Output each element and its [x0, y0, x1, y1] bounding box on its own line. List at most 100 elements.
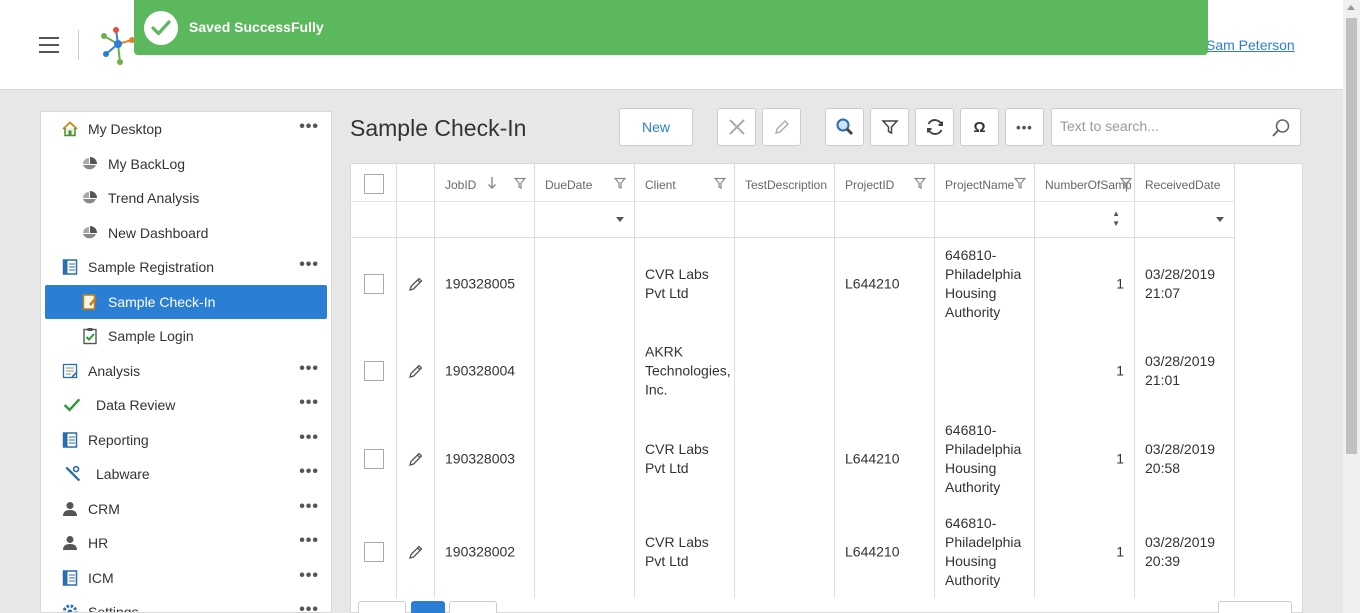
scroll-up-arrow[interactable] [1347, 5, 1355, 10]
select-all-checkbox[interactable] [364, 174, 384, 194]
column-header[interactable]: ReceivedDate [1135, 164, 1235, 202]
page-size-select[interactable] [1218, 601, 1292, 613]
new-button[interactable]: New [619, 108, 693, 146]
filter-icon[interactable] [713, 177, 727, 192]
cell-text: 03/28/2019 21:07 [1145, 266, 1216, 301]
more-options-icon[interactable]: ••• [299, 360, 319, 378]
more-options-icon[interactable]: ••• [299, 463, 319, 481]
column-header[interactable]: DueDate [535, 164, 635, 202]
filter-row-cell[interactable] [435, 202, 535, 238]
filter-row-cell[interactable] [635, 202, 735, 238]
column-header-label: ProjectName [945, 178, 1015, 192]
sidebar-item-label: My Desktop [88, 121, 162, 137]
filter-row-cell[interactable] [535, 202, 635, 238]
filter-icon[interactable] [913, 177, 927, 192]
row-select-cell [351, 238, 397, 330]
pencil-icon[interactable] [408, 276, 424, 297]
success-toast: Saved SuccessFully [134, 0, 1208, 55]
grid-cell-testdesc [735, 330, 835, 412]
cell-text: CVR Labs Pvt Ltd [645, 534, 709, 569]
column-header[interactable]: JobID [435, 164, 535, 202]
row-checkbox[interactable] [364, 542, 384, 562]
pencil-icon[interactable] [408, 451, 424, 472]
sidebar-item-labware[interactable]: Labware ••• [41, 457, 331, 491]
filter-icon[interactable] [1119, 177, 1133, 192]
row-checkbox[interactable] [364, 361, 384, 381]
grid-cell-projectid: L644210 [835, 506, 935, 598]
cell-text: 190328003 [445, 450, 516, 467]
search-icon[interactable] [1270, 117, 1292, 142]
more-options-icon[interactable]: ••• [299, 394, 319, 412]
more-options-icon[interactable]: ••• [299, 567, 319, 585]
grid-cell-duedate [535, 330, 635, 412]
filter-button[interactable] [870, 108, 909, 146]
row-edit-cell [397, 412, 435, 506]
user-link[interactable]: Sam Peterson [1206, 37, 1295, 53]
sidebar-item-analysis[interactable]: Analysis ••• [41, 354, 331, 388]
person-icon [61, 500, 79, 518]
search-input[interactable] [1060, 118, 1260, 134]
more-options-icon[interactable]: ••• [299, 601, 319, 612]
filter-row-cell[interactable] [1135, 202, 1235, 238]
filter-icon[interactable] [1013, 177, 1027, 192]
refresh-button[interactable] [915, 108, 954, 146]
sidebar-item-my-desktop[interactable]: My Desktop ••• [41, 112, 331, 146]
pager-prev-button[interactable] [358, 601, 406, 613]
filter-row-cell[interactable]: ▲ ▼ [1035, 202, 1135, 238]
filter-icon[interactable] [613, 177, 627, 192]
app-logo[interactable] [98, 24, 138, 71]
more-options-icon[interactable]: ••• [299, 118, 319, 136]
grid-cell-testdesc [735, 412, 835, 506]
pager-page-1[interactable] [411, 601, 445, 613]
pager-next-button[interactable] [449, 601, 497, 613]
column-header[interactable]: ProjectID [835, 164, 935, 202]
search-button[interactable] [825, 108, 864, 146]
more-options-icon[interactable]: ••• [299, 498, 319, 516]
sidebar-item-reporting[interactable]: Reporting ••• [41, 423, 331, 457]
more-options-button[interactable]: ••• [1005, 108, 1044, 146]
sidebar-item-data-review[interactable]: Data Review ••• [41, 388, 331, 422]
more-options-icon[interactable]: ••• [299, 256, 319, 274]
row-checkbox[interactable] [364, 449, 384, 469]
spinner-arrows-icon[interactable]: ▲ ▼ [1112, 209, 1120, 229]
hamburger-menu-icon[interactable] [39, 37, 59, 53]
dropdown-arrow-icon[interactable] [616, 217, 624, 222]
sidebar-item-settings[interactable]: Settings ••• [41, 595, 331, 612]
column-header[interactable]: Client [635, 164, 735, 202]
row-checkbox[interactable] [364, 274, 384, 294]
row-select-cell [351, 330, 397, 412]
column-header-label: JobID [445, 178, 477, 192]
sidebar-item-trend-analysis[interactable]: Trend Analysis [41, 181, 331, 215]
filter-icon [880, 120, 899, 135]
sidebar-item-sample-login[interactable]: Sample Login [41, 319, 331, 353]
dropdown-arrow-icon[interactable] [1216, 217, 1224, 222]
sidebar-item-crm[interactable]: CRM ••• [41, 492, 331, 526]
sidebar-item-hr[interactable]: HR ••• [41, 526, 331, 560]
page-scrollbar[interactable] [1343, 0, 1360, 613]
edit-button[interactable] [762, 108, 801, 146]
chart-icon [81, 155, 99, 173]
row-edit-cell [397, 238, 435, 330]
sidebar-item-sample-check-in[interactable]: Sample Check-In [45, 284, 327, 319]
column-header[interactable]: TestDescription [735, 164, 835, 202]
sidebar-item-new-dashboard[interactable]: New Dashboard [41, 216, 331, 250]
filter-row-cell[interactable] [835, 202, 935, 238]
sidebar-item-icm[interactable]: ICM ••• [41, 561, 331, 595]
omega-button[interactable]: Ω [960, 108, 999, 146]
filter-row-cell[interactable] [935, 202, 1035, 238]
filter-icon[interactable] [513, 177, 527, 192]
sidebar-item-my-backlog[interactable]: My BackLog [41, 147, 331, 181]
sort-descending-icon[interactable] [487, 176, 497, 193]
scrollbar-thumb[interactable] [1346, 18, 1357, 454]
delete-button[interactable] [717, 108, 756, 146]
filter-row-cell[interactable] [735, 202, 835, 238]
more-options-icon[interactable]: ••• [299, 532, 319, 550]
sidebar-item-sample-registration[interactable]: Sample Registration ••• [41, 250, 331, 284]
pencil-icon[interactable] [408, 544, 424, 565]
select-all-checkbox-header[interactable] [351, 164, 397, 202]
sidebar-item-label: CRM [88, 500, 120, 517]
pencil-icon[interactable] [408, 363, 424, 384]
more-options-icon[interactable]: ••• [299, 429, 319, 447]
column-header[interactable]: ProjectName [935, 164, 1035, 202]
column-header[interactable]: NumberOfSampl [1035, 164, 1135, 202]
